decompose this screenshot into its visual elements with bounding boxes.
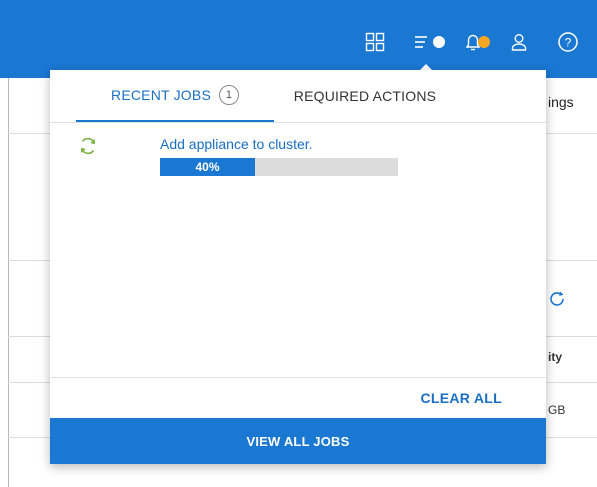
jobs-active-indicator (433, 36, 445, 48)
recent-jobs-count-badge: 1 (218, 85, 239, 105)
popover-footer-divider (50, 377, 546, 378)
tab-required-actions[interactable]: REQUIRED ACTIONS (274, 70, 456, 122)
top-header-bar: ? (0, 0, 597, 78)
settings-tab-fragment[interactable]: ings (548, 94, 574, 110)
job-progress-bar: 40% (160, 158, 398, 176)
tab-recent-jobs-label: RECENT JOBS (111, 87, 211, 103)
tab-recent-jobs[interactable]: RECENT JOBS 1 (76, 70, 274, 122)
jobs-popover: RECENT JOBS 1 REQUIRED ACTIONS Add appli… (50, 70, 546, 464)
jobs-icon[interactable] (411, 30, 435, 54)
job-title-link[interactable]: Add appliance to cluster. (160, 136, 313, 152)
apps-grid-icon[interactable] (363, 30, 387, 54)
alerts-indicator (478, 36, 490, 48)
clear-all-button[interactable]: CLEAR ALL (420, 390, 502, 406)
capacity-value: GB (548, 403, 566, 417)
job-progress-label: 40% (195, 160, 220, 174)
job-list-item[interactable]: Add appliance to cluster. 40% (50, 132, 546, 182)
popover-tabs: RECENT JOBS 1 REQUIRED ACTIONS (50, 70, 546, 123)
job-in-progress-sync-icon (78, 136, 98, 161)
view-all-jobs-button[interactable]: VIEW ALL JOBS (50, 418, 546, 464)
tab-required-actions-label: REQUIRED ACTIONS (293, 88, 437, 104)
refresh-icon[interactable] (548, 290, 566, 313)
svg-text:?: ? (565, 36, 572, 50)
user-icon[interactable] (507, 30, 531, 54)
help-icon[interactable]: ? (556, 30, 580, 54)
capacity-column-header: ity (548, 350, 563, 364)
